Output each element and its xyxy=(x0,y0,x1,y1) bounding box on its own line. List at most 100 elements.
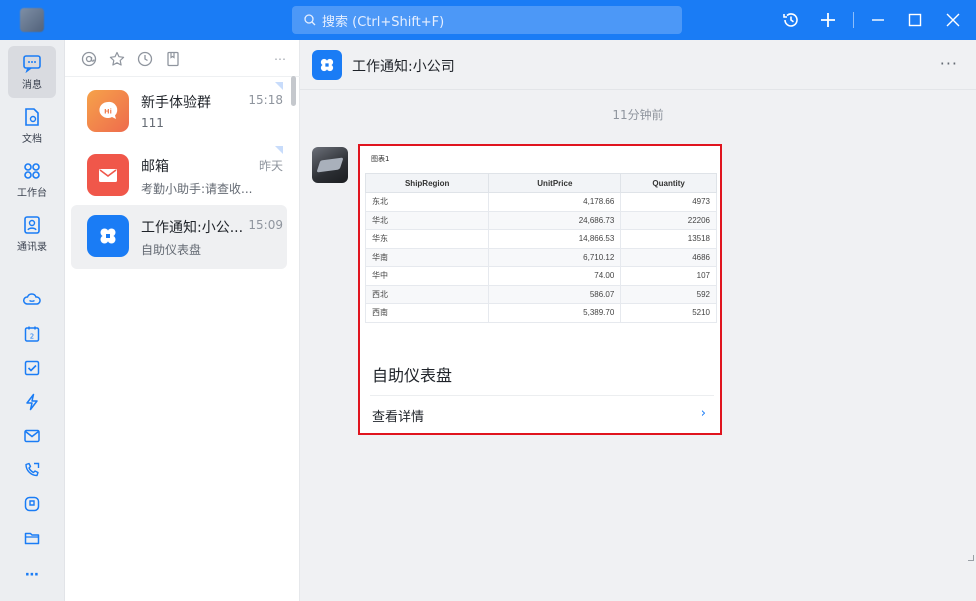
close-icon[interactable] xyxy=(943,10,963,30)
conversation-list: ⋯ Hi 新手体验群 15:18 111 邮箱 昨天 考勤小助手:请查收... … xyxy=(65,40,300,601)
mention-icon[interactable] xyxy=(80,50,98,68)
table-cell: 5,389.70 xyxy=(488,303,622,323)
title-bar: 搜索 (Ctrl+Shift+F) xyxy=(0,0,976,40)
add-icon[interactable] xyxy=(818,10,838,30)
table-cell: 4973 xyxy=(620,192,717,212)
conversation-time: 15:09 xyxy=(248,218,283,232)
chart-caption: 图表1 xyxy=(371,155,390,163)
ding-icon[interactable] xyxy=(20,492,44,516)
table-row: 华北 24,686.73 22206 xyxy=(364,210,717,230)
unread-corner-marker xyxy=(275,82,283,90)
unread-corner-marker xyxy=(275,146,283,154)
table-cell: 西南 xyxy=(364,303,490,323)
table-cell: 592 xyxy=(620,284,717,304)
conversation-name: 工作通知:小公... xyxy=(141,220,244,236)
chat-title: 工作通知:小公司 xyxy=(352,59,455,75)
conversation-item-active[interactable]: 工作通知:小公... 15:09 自助仪表盘 xyxy=(71,205,287,269)
table-cell: 西北 xyxy=(364,284,490,304)
lightning-icon[interactable] xyxy=(20,390,44,414)
mail-icon xyxy=(87,154,129,196)
calendar-icon[interactable]: 2 xyxy=(20,322,44,346)
table-row: 华南 6,710.12 4686 xyxy=(364,247,717,267)
conversation-time: 昨天 xyxy=(258,159,283,173)
more-apps-icon[interactable]: ⋯ xyxy=(20,563,44,587)
document-icon xyxy=(25,108,39,126)
list-more-icon[interactable]: ⋯ xyxy=(271,50,289,68)
conversation-item[interactable]: Hi 新手体验群 15:18 111 xyxy=(71,80,287,144)
chevron-right-icon[interactable]: › xyxy=(701,406,706,421)
work-notice-icon xyxy=(87,215,129,257)
column-header: Quantity xyxy=(620,173,717,193)
message-icon xyxy=(23,55,41,73)
nav-contacts[interactable]: 通讯录 xyxy=(8,208,56,260)
table-row: 华中 74.00 107 xyxy=(364,266,717,286)
sender-avatar[interactable] xyxy=(312,147,348,183)
table-cell: 4,178.66 xyxy=(488,192,622,212)
table-row: 西南 5,389.70 5210 xyxy=(364,303,717,323)
table-cell: 华南 xyxy=(364,247,490,267)
history-icon[interactable] xyxy=(781,10,801,30)
data-table: ShipRegion UnitPrice Quantity 东北 4,178.66… xyxy=(364,173,717,323)
nav-messages-label: 消息 xyxy=(22,80,42,91)
work-notice-icon xyxy=(312,50,342,80)
table-cell: 6,710.12 xyxy=(488,247,622,267)
mail-icon[interactable] xyxy=(20,424,44,448)
svg-text:Hi: Hi xyxy=(104,108,112,116)
column-header: ShipRegion xyxy=(364,173,490,193)
titlebar-divider xyxy=(853,12,854,28)
table-cell: 14,866.53 xyxy=(488,229,622,249)
table-cell: 13518 xyxy=(620,229,717,249)
table-row: 华东 14,866.53 13518 xyxy=(364,229,717,249)
maximize-icon[interactable] xyxy=(905,10,925,30)
conversation-name: 新手体验群 xyxy=(141,95,211,111)
chat-header: 工作通知:小公司 ··· xyxy=(300,40,976,90)
contacts-icon xyxy=(24,216,40,234)
table-cell: 22206 xyxy=(620,210,717,230)
conversation-preview: 考勤小助手:请查收... xyxy=(141,182,253,196)
chat-more-icon[interactable]: ··· xyxy=(940,54,958,73)
table-cell: 586.07 xyxy=(488,284,622,304)
cloud-icon[interactable] xyxy=(20,288,44,312)
bookmark-icon[interactable] xyxy=(164,50,182,68)
scrollbar[interactable] xyxy=(291,76,296,106)
search-input[interactable]: 搜索 (Ctrl+Shift+F) xyxy=(292,6,682,34)
folder-icon[interactable] xyxy=(20,526,44,550)
table-row: 西北 586.07 592 xyxy=(364,284,717,304)
user-avatar[interactable] xyxy=(20,8,44,32)
resize-handle[interactable] xyxy=(968,555,974,561)
table-cell: 东北 xyxy=(364,192,490,212)
minimize-icon[interactable] xyxy=(868,10,888,30)
nav-rail: 消息 文档 工作台 通讯录 2 ⋯ xyxy=(0,40,65,601)
nav-messages[interactable]: 消息 xyxy=(8,46,56,98)
nav-workbench[interactable]: 工作台 xyxy=(8,154,56,206)
table-cell: 107 xyxy=(620,266,717,286)
conversation-preview: 自助仪表盘 xyxy=(141,243,202,257)
nav-documents[interactable]: 文档 xyxy=(8,100,56,152)
table-row: 东北 4,178.66 4973 xyxy=(364,192,717,212)
view-details-link[interactable]: 查看详情 xyxy=(372,406,424,425)
conversation-time: 15:18 xyxy=(248,93,283,107)
nav-contacts-label: 通讯录 xyxy=(17,242,47,253)
star-icon[interactable] xyxy=(108,50,126,68)
card-title: 自助仪表盘 xyxy=(372,366,453,385)
search-icon xyxy=(304,14,316,26)
table-cell: 华北 xyxy=(364,210,490,230)
phone-icon[interactable] xyxy=(20,458,44,482)
conversation-preview: 111 xyxy=(141,116,164,130)
list-toolbar: ⋯ xyxy=(65,40,300,77)
nav-workbench-label: 工作台 xyxy=(17,188,47,199)
table-cell: 4686 xyxy=(620,247,717,267)
clock-icon[interactable] xyxy=(136,50,154,68)
conversation-name: 邮箱 xyxy=(141,159,169,175)
group-chat-icon: Hi xyxy=(87,90,129,132)
table-cell: 华中 xyxy=(364,266,490,286)
table-cell: 5210 xyxy=(620,303,717,323)
table-cell: 74.00 xyxy=(488,266,622,286)
todo-icon[interactable] xyxy=(20,356,44,380)
chat-panel: 工作通知:小公司 ··· 11分钟前 图表1 ShipRegion UnitPr… xyxy=(300,40,976,601)
dashboard-card[interactable]: 图表1 ShipRegion UnitPrice Quantity 东北 4,17… xyxy=(358,144,722,435)
svg-text:2: 2 xyxy=(30,333,34,341)
workbench-icon xyxy=(24,163,40,179)
column-header: UnitPrice xyxy=(488,173,622,193)
conversation-item[interactable]: 邮箱 昨天 考勤小助手:请查收... xyxy=(71,144,287,208)
